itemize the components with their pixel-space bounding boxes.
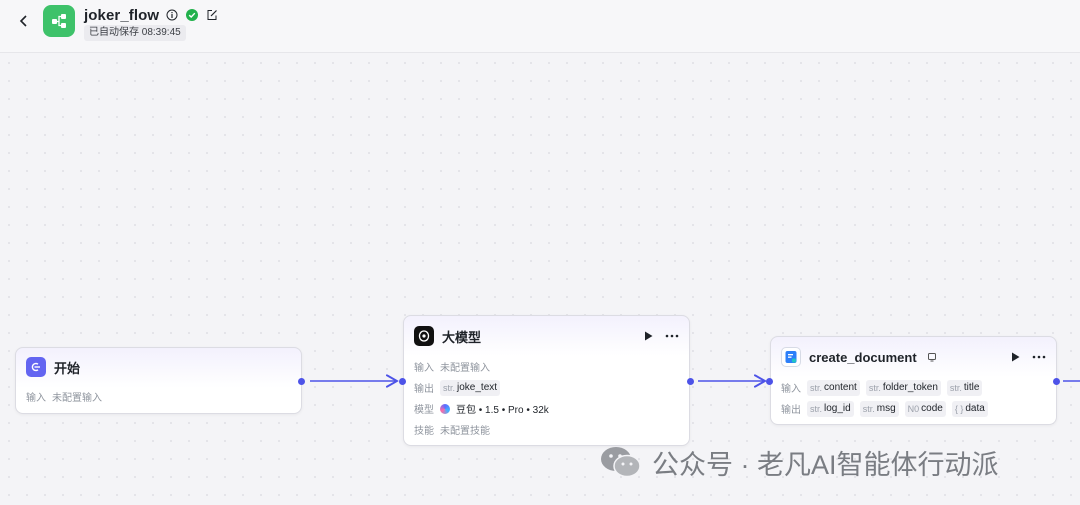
input-tag: str. content [807,379,860,396]
type-label: str. [949,382,962,393]
input-row: 输入 str. content str. folder_token str. titl… [771,377,1056,398]
edit-icon[interactable] [205,8,219,22]
more-icon[interactable] [1032,350,1046,364]
type-label: N0 [907,403,920,414]
type-label: str. [810,382,823,393]
save-status: 已自动保存 08:39:45 [84,25,186,41]
output-tag: str. log_id [807,400,854,417]
type-label: str. [862,403,875,414]
wechat-icon [601,447,641,478]
var-name: log_id [824,403,851,414]
input-value: 未配置输入 [52,393,102,404]
run-icon[interactable] [641,329,655,343]
check-circle-icon [185,8,199,22]
type-label: str. [810,403,823,414]
output-label: 输出 [414,384,434,395]
skill-row: 技能 未配置技能 [404,419,689,440]
var-name: data [965,403,985,414]
input-tag: str. folder_token [865,379,941,396]
model-row: 模型 豆包 • 1.5 • Pro • 32k [404,398,689,419]
info-icon[interactable] [165,8,179,22]
var-name: folder_token [882,382,938,393]
input-tag: str. title [946,379,983,396]
var-name: code [921,403,943,414]
node-create-document[interactable]: create_document 输入 str. content str. folde… [770,336,1057,425]
back-button[interactable] [14,11,34,31]
type-label: { } [954,403,964,414]
top-bar: joker_flow 已自动保存 08:39:45 [0,0,1080,53]
input-label: 输入 [26,393,46,404]
skill-label: 技能 [414,426,434,437]
input-row: 输入 未配置输入 [404,356,689,377]
output-row: 输出 str. joke_text [404,377,689,398]
model-label: 模型 [414,405,434,416]
node-title: 开始 [54,360,81,376]
var-name: joke_text [457,382,498,393]
node-llm[interactable]: 大模型 输入 未配置输入 输出 str. joke_text 模型 豆包 • 1.… [403,315,690,446]
title-row: joker_flow [84,5,219,25]
var-name: msg [876,403,896,414]
input-value: 未配置输入 [440,363,490,374]
output-port[interactable] [1053,378,1060,385]
start-icon [26,357,46,377]
model-value: 豆包 • 1.5 • Pro • 32k [456,405,549,416]
more-icon[interactable] [665,329,679,343]
node-title: 大模型 [442,329,482,345]
output-tag: { } data [951,400,988,417]
doc-icon [781,347,801,367]
watermark: 公众号 · 老凡AI智能体行动派 [600,444,999,480]
var-name: title [963,382,980,393]
output-port[interactable] [687,378,694,385]
workflow-icon [43,5,75,37]
input-label: 输入 [414,363,434,374]
type-label: str. [443,382,456,393]
node-title: create_document [809,349,917,365]
output-row: 输出 str. log_id str. msg N0 code { } data [771,398,1056,419]
output-tag: str. joke_text [440,379,501,396]
plugin-icon [925,350,939,364]
node-start[interactable]: 开始 输入 未配置输入 [15,347,302,414]
output-tag: N0 code [904,400,946,417]
output-label: 输出 [781,405,801,416]
input-row: 输入 未配置输入 [16,386,301,407]
type-label: str. [868,382,881,393]
input-port[interactable] [766,378,773,385]
input-label: 输入 [781,384,801,395]
output-tag: str. msg [859,400,899,417]
skill-value: 未配置技能 [440,426,490,437]
doubao-icon [440,403,450,414]
var-name: content [824,382,857,393]
llm-icon [414,326,434,346]
run-icon[interactable] [1008,350,1022,364]
output-port[interactable] [298,378,305,385]
input-port[interactable] [399,378,406,385]
watermark-text: 公众号 · 老凡AI智能体行动派 [652,449,999,480]
back-icon [19,15,27,27]
app-title: joker_flow [84,6,160,24]
